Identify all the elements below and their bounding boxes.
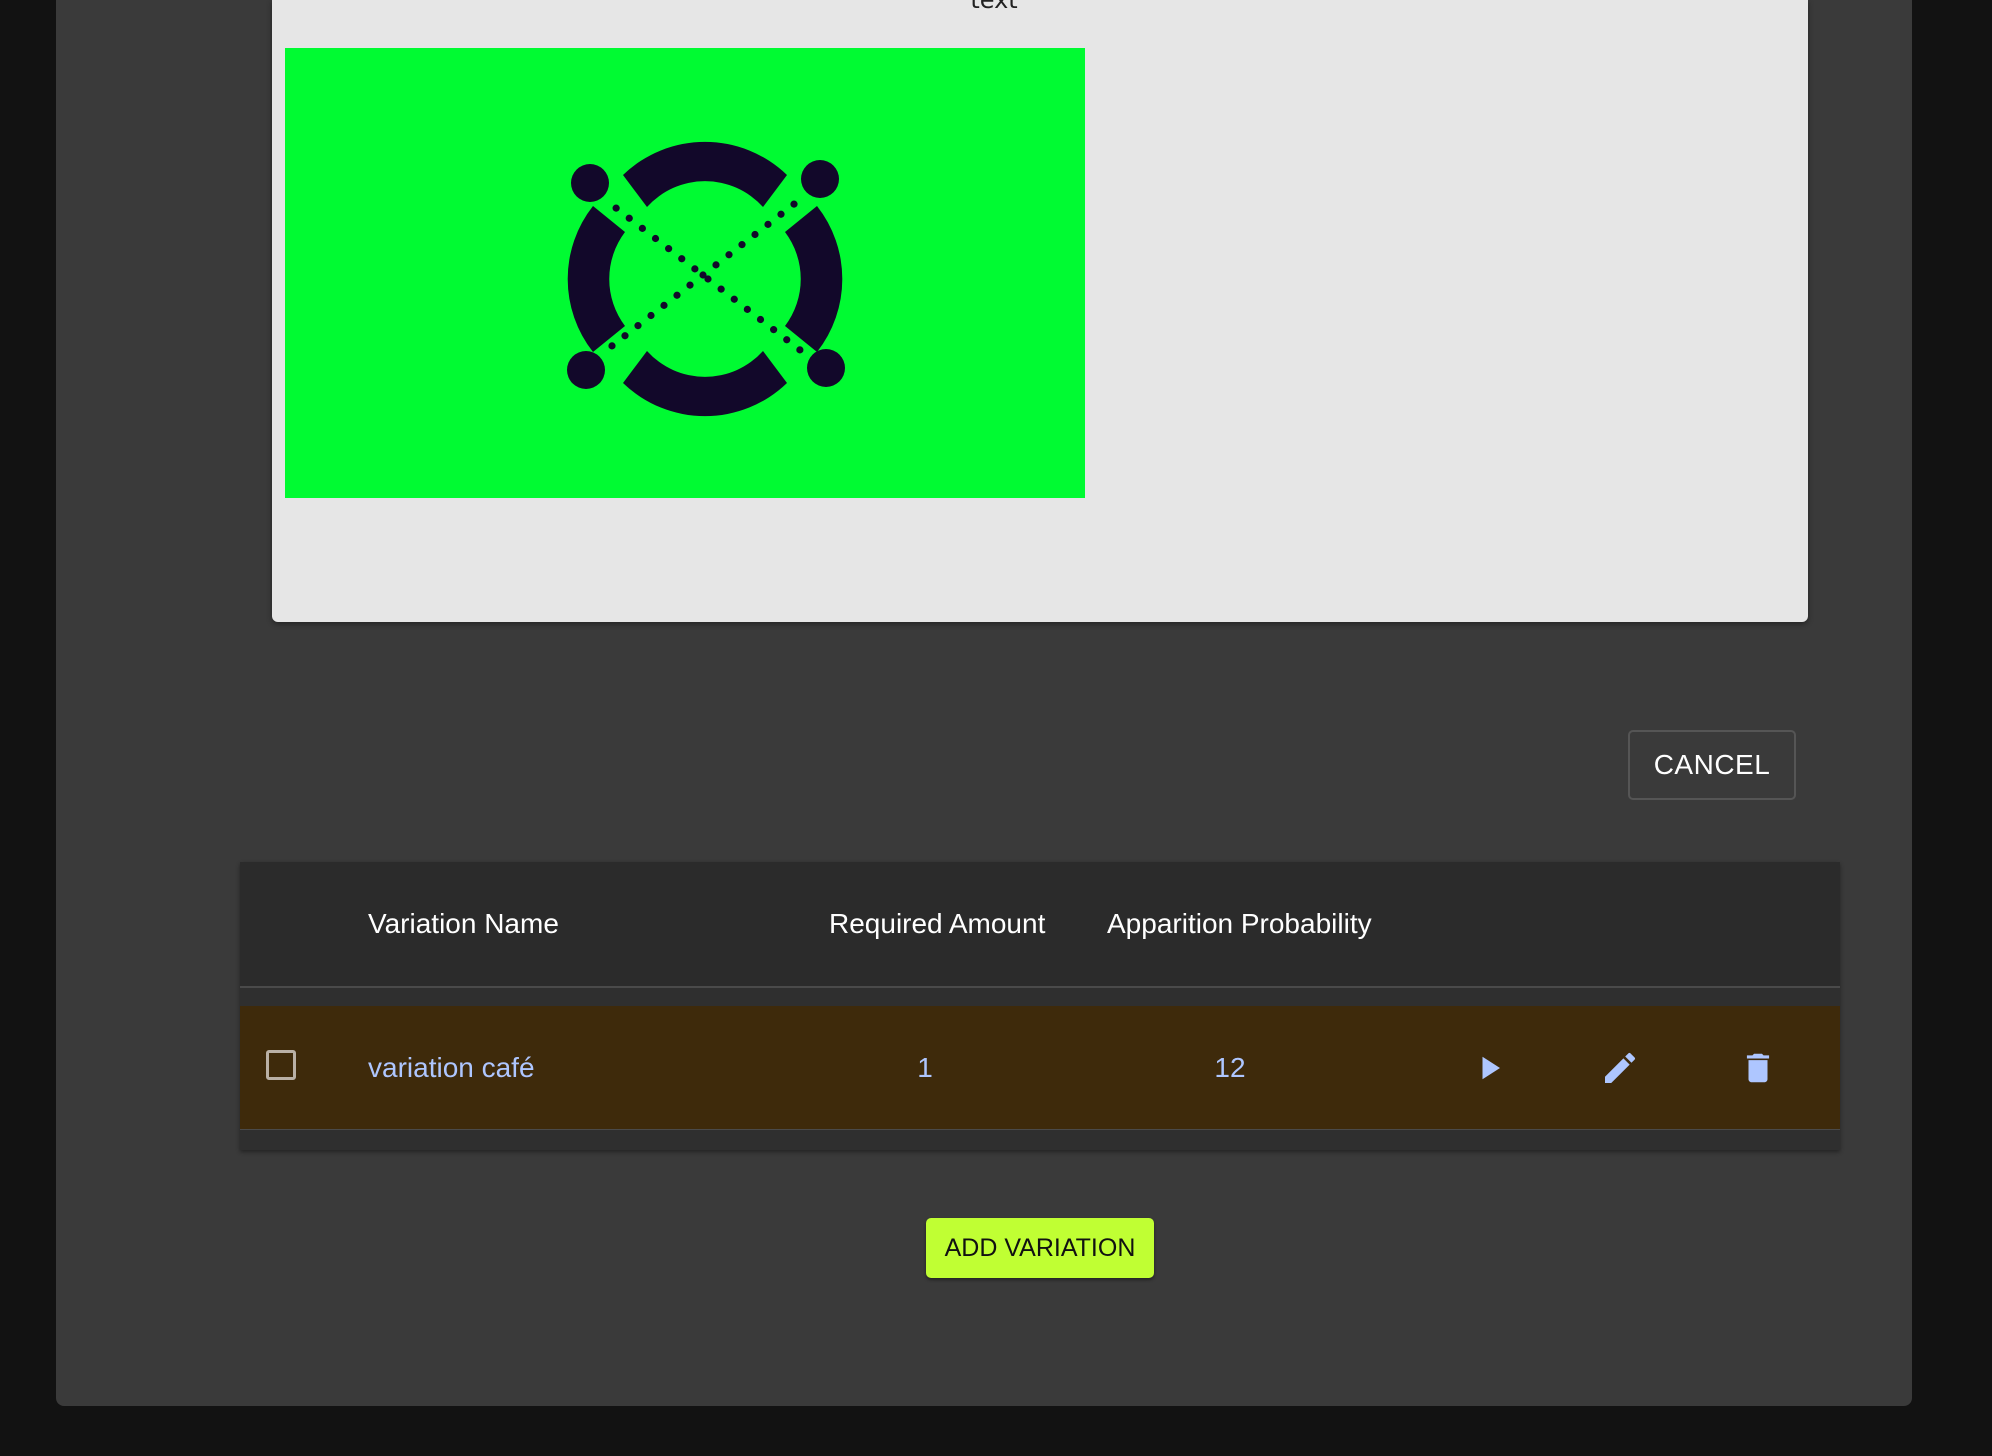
logo-dot	[608, 342, 616, 350]
logo-dot	[790, 200, 798, 208]
logo-dot	[621, 332, 629, 340]
logo-dot	[738, 241, 746, 249]
logo-dot	[751, 230, 759, 239]
logo-dot	[647, 311, 655, 320]
logo-dot	[625, 214, 633, 222]
table-row[interactable]: variation café 1 12	[240, 1006, 1840, 1130]
logo-dot	[796, 346, 804, 354]
preview-image	[285, 48, 1085, 498]
logo-dot	[678, 255, 686, 263]
play-button[interactable]	[1466, 1044, 1514, 1092]
logo-dot	[686, 281, 694, 289]
logo-dot	[612, 204, 620, 212]
column-header-apparition-probability[interactable]: Apparition Probability	[1107, 862, 1372, 986]
logo-dot	[673, 291, 681, 299]
edit-button[interactable]	[1596, 1044, 1644, 1092]
variation-name-cell: variation café	[368, 1052, 535, 1083]
logo-dot	[777, 210, 785, 218]
logo-dot	[634, 322, 642, 330]
column-header-variation-name[interactable]: Variation Name	[368, 862, 559, 986]
logo-dot	[770, 326, 778, 334]
logo-dot	[691, 265, 699, 273]
logo-dot	[712, 261, 720, 269]
logo-dot	[764, 220, 772, 228]
logo-dot	[743, 305, 751, 313]
logo-dot	[730, 295, 738, 303]
delete-button[interactable]	[1734, 1044, 1782, 1092]
logo-dot	[638, 224, 646, 232]
apparition-probability-cell: 12	[1214, 1052, 1246, 1083]
play-icon	[1482, 1056, 1500, 1080]
preview-caption: text	[970, 0, 1018, 14]
logo-dot	[660, 301, 668, 309]
variations-table: Variation Name Required Amount Apparitio…	[240, 862, 1840, 1150]
logo-icon	[567, 141, 845, 417]
table-header: Variation Name Required Amount Apparitio…	[240, 862, 1840, 988]
logo-dot	[783, 336, 791, 344]
required-amount-cell: 1	[917, 1052, 933, 1083]
logo-dot	[665, 245, 673, 253]
logo-dot	[699, 271, 707, 279]
logo-dot	[756, 315, 765, 324]
logo-dot	[717, 285, 725, 293]
column-header-required-amount[interactable]: Required Amount	[829, 862, 1045, 986]
add-variation-button[interactable]: ADD VARIATION	[926, 1218, 1154, 1278]
cancel-button[interactable]: CANCEL	[1628, 730, 1796, 800]
preview-card: text	[272, 0, 1808, 622]
row-checkbox[interactable]	[266, 1050, 296, 1080]
logo-dot	[725, 251, 733, 259]
logo-dot	[651, 234, 660, 243]
delete-icon	[1746, 1053, 1770, 1083]
edit-icon	[1605, 1052, 1635, 1083]
main-panel: text CANCEL Variation Name Required Amou…	[56, 0, 1912, 1406]
